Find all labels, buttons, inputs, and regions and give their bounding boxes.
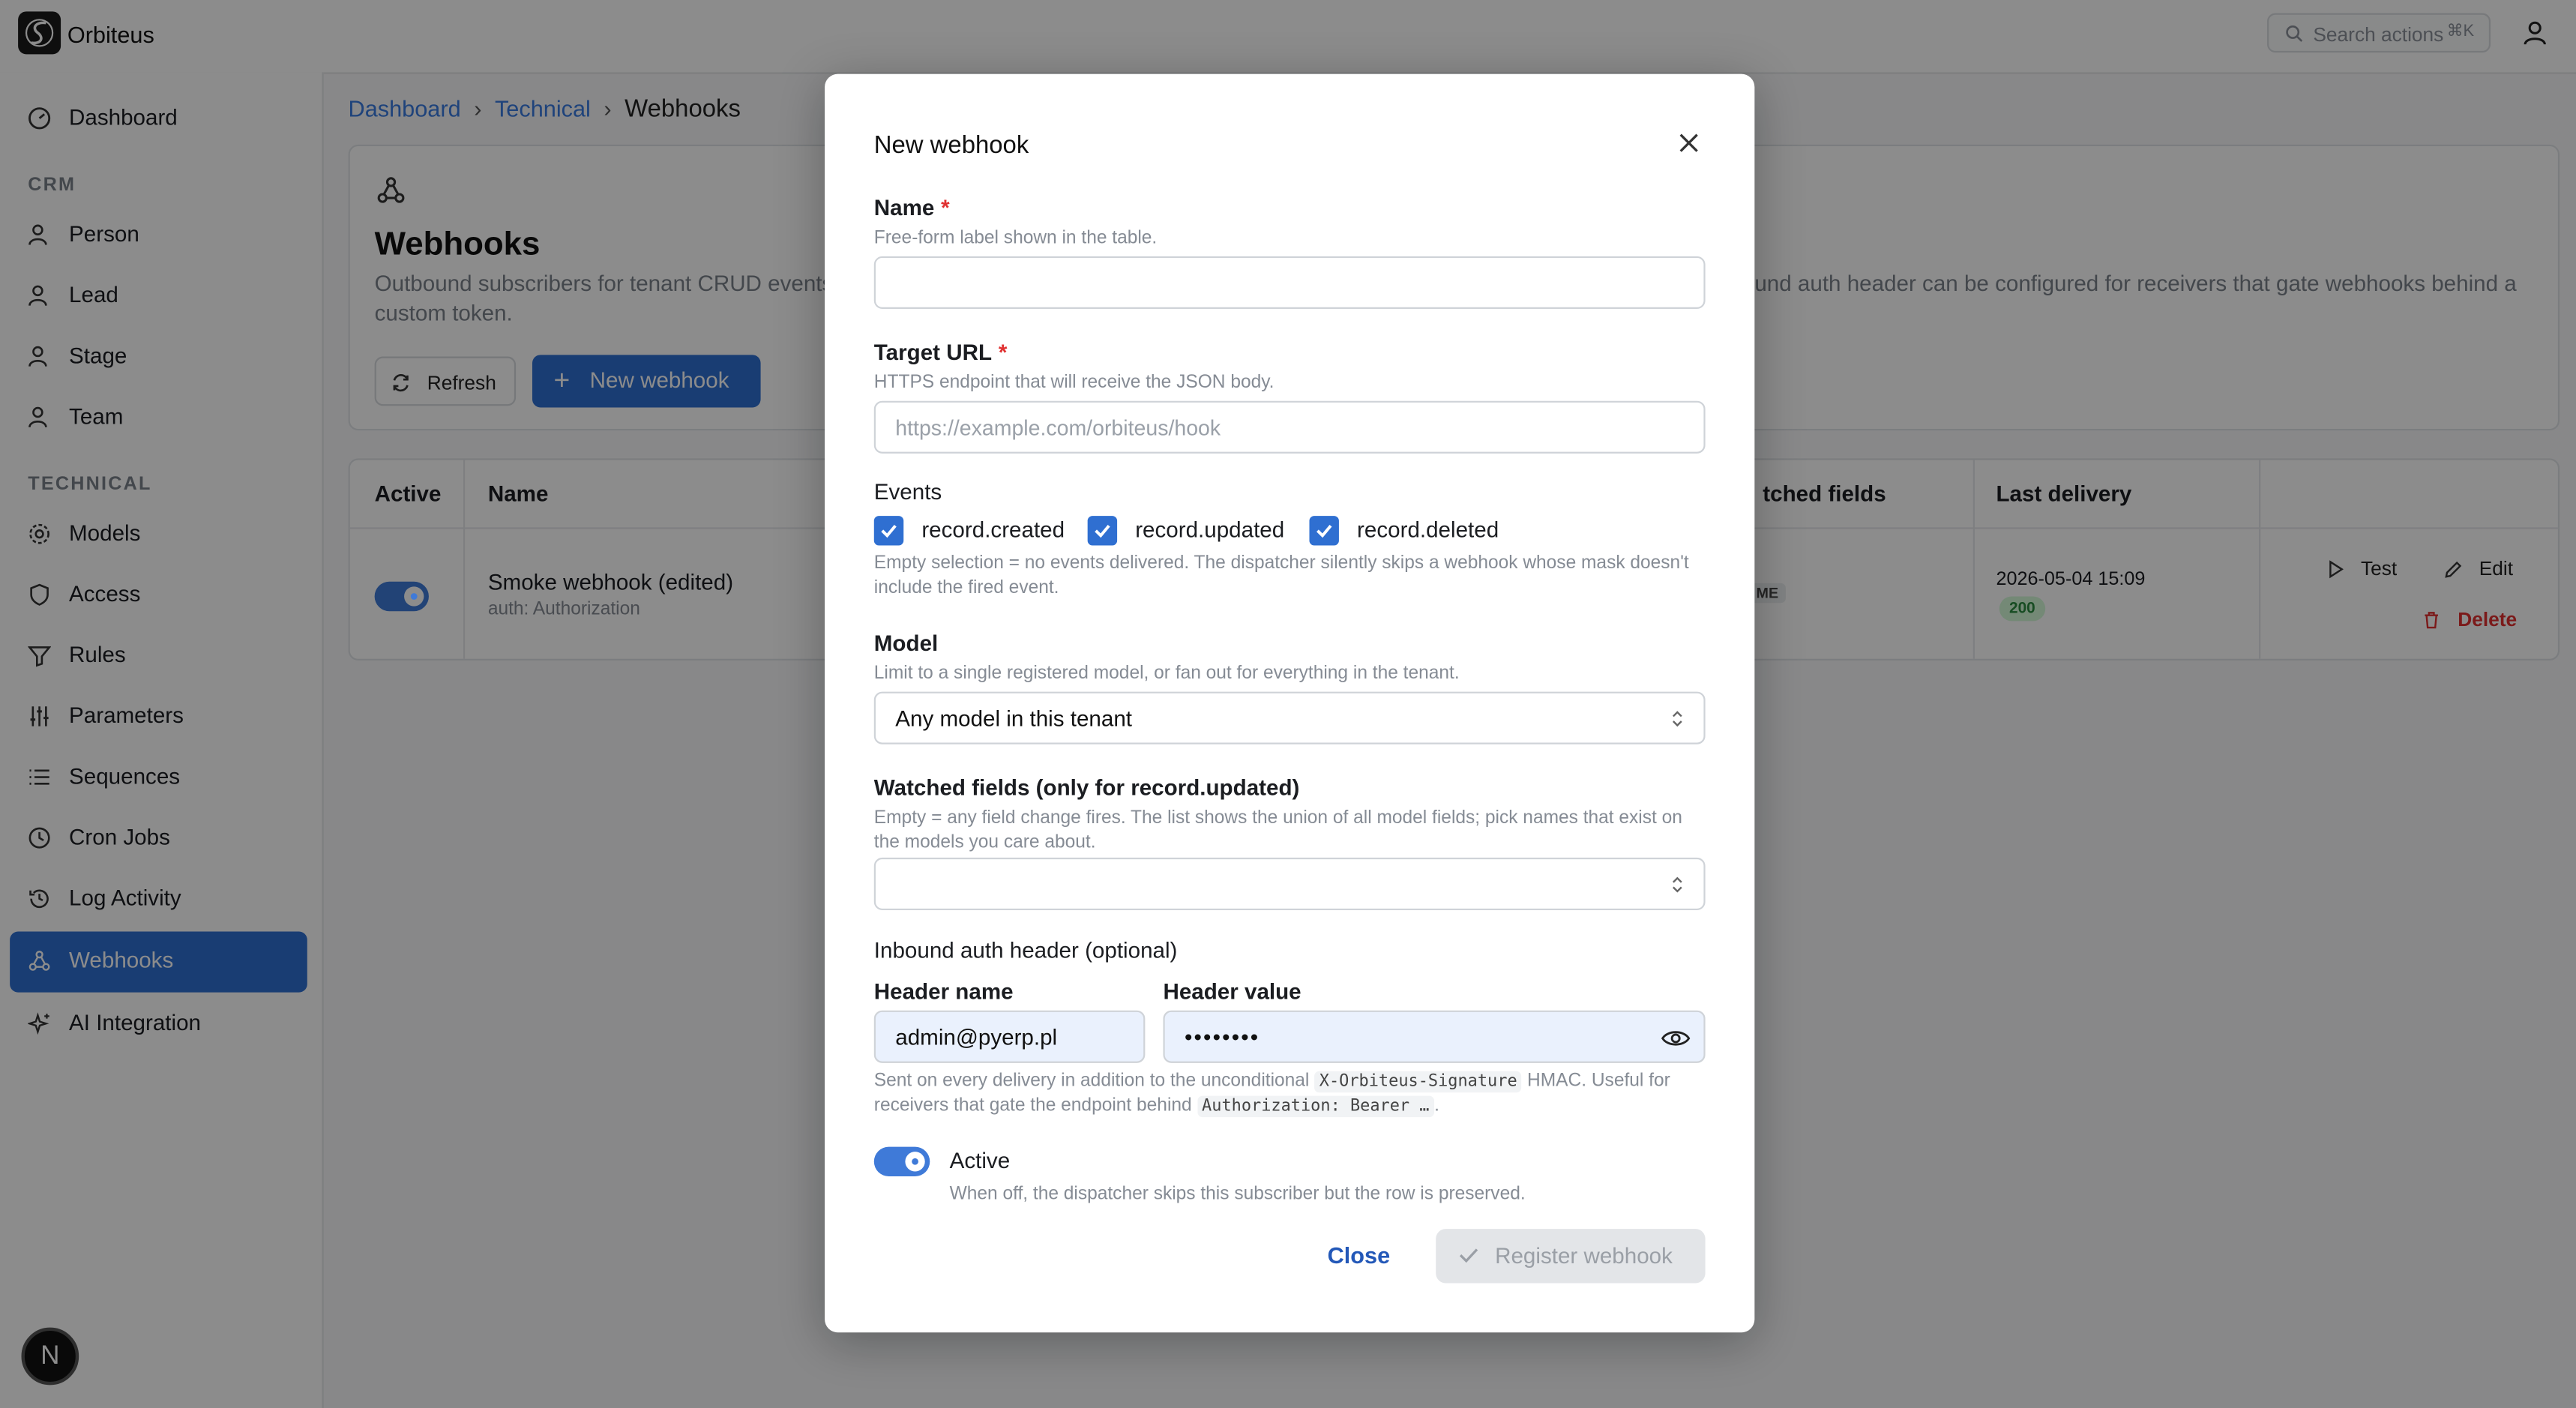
target-url-label: Target URL * [873, 340, 1008, 365]
model-select[interactable]: Any model in this tenant [873, 691, 1706, 744]
chevron-up-down-icon [1673, 876, 1682, 893]
events-hint: Empty selection = no events delivered. T… [873, 553, 1689, 598]
active-label: Active [949, 1148, 1011, 1173]
close-icon[interactable] [1677, 131, 1700, 154]
event-label-deleted: record.deleted [1357, 517, 1499, 543]
header-name-value: admin@pyerp.pl [895, 1025, 1058, 1050]
auth-hint: Sent on every delivery in addition to th… [874, 1070, 1709, 1119]
name-label: Name * [873, 195, 950, 220]
model-hint: Limit to a single registered model, or f… [873, 664, 1460, 684]
header-value-masked: •••••••• [1184, 1025, 1260, 1050]
dialog-title: New webhook [873, 131, 1029, 160]
name-hint: Free-form label shown in the table. [873, 228, 1158, 248]
check-icon [1316, 524, 1332, 538]
header-name-field[interactable]: admin@pyerp.pl [873, 1010, 1146, 1063]
target-url-hint: HTTPS endpoint that will receive the JSO… [873, 373, 1275, 393]
name-field[interactable] [873, 256, 1706, 309]
authorization-code: Authorization: Bearer … [1197, 1095, 1435, 1118]
watched-fields-label: Watched fields (only for record.updated) [873, 775, 1300, 801]
check-icon [881, 524, 897, 538]
check-icon [1459, 1248, 1478, 1263]
app-root: Orbiteus Search actions ⌘K Dashboard CRM… [0, 0, 2576, 1408]
event-checkbox-deleted[interactable] [1309, 516, 1339, 546]
events-label: Events [873, 479, 942, 505]
header-value-label: Header value [1163, 979, 1301, 1004]
watched-fields-hint: Empty = any field change fires. The list… [873, 808, 1682, 853]
event-checkbox-updated[interactable] [1087, 516, 1118, 546]
active-toggle[interactable] [873, 1146, 930, 1177]
eye-icon[interactable] [1661, 1029, 1691, 1048]
register-webhook-button[interactable]: Register webhook [1436, 1229, 1706, 1284]
signature-code: X-Orbiteus-Signature [1314, 1071, 1523, 1093]
active-hint: When off, the dispatcher skips this subs… [949, 1184, 1526, 1205]
target-url-field[interactable]: https://example.com/orbiteus/hook [873, 400, 1706, 454]
check-icon [1095, 524, 1110, 538]
event-label-updated: record.updated [1135, 517, 1285, 543]
header-value-field[interactable]: •••••••• [1163, 1010, 1706, 1063]
model-value: Any model in this tenant [895, 706, 1133, 732]
auth-section-label: Inbound auth header (optional) [873, 938, 1178, 963]
watched-fields-select[interactable] [873, 857, 1706, 911]
event-checkbox-created[interactable] [873, 516, 904, 546]
event-label-created: record.created [921, 517, 1065, 543]
chevron-up-down-icon [1673, 711, 1682, 727]
register-label: Register webhook [1495, 1243, 1673, 1269]
new-webhook-dialog: New webhook Name * Free-form label shown … [825, 73, 1755, 1333]
target-url-placeholder: https://example.com/orbiteus/hook [895, 415, 1221, 441]
header-name-label: Header name [873, 979, 1014, 1004]
model-label: Model [873, 631, 939, 656]
close-button[interactable]: Close [1328, 1242, 1391, 1269]
